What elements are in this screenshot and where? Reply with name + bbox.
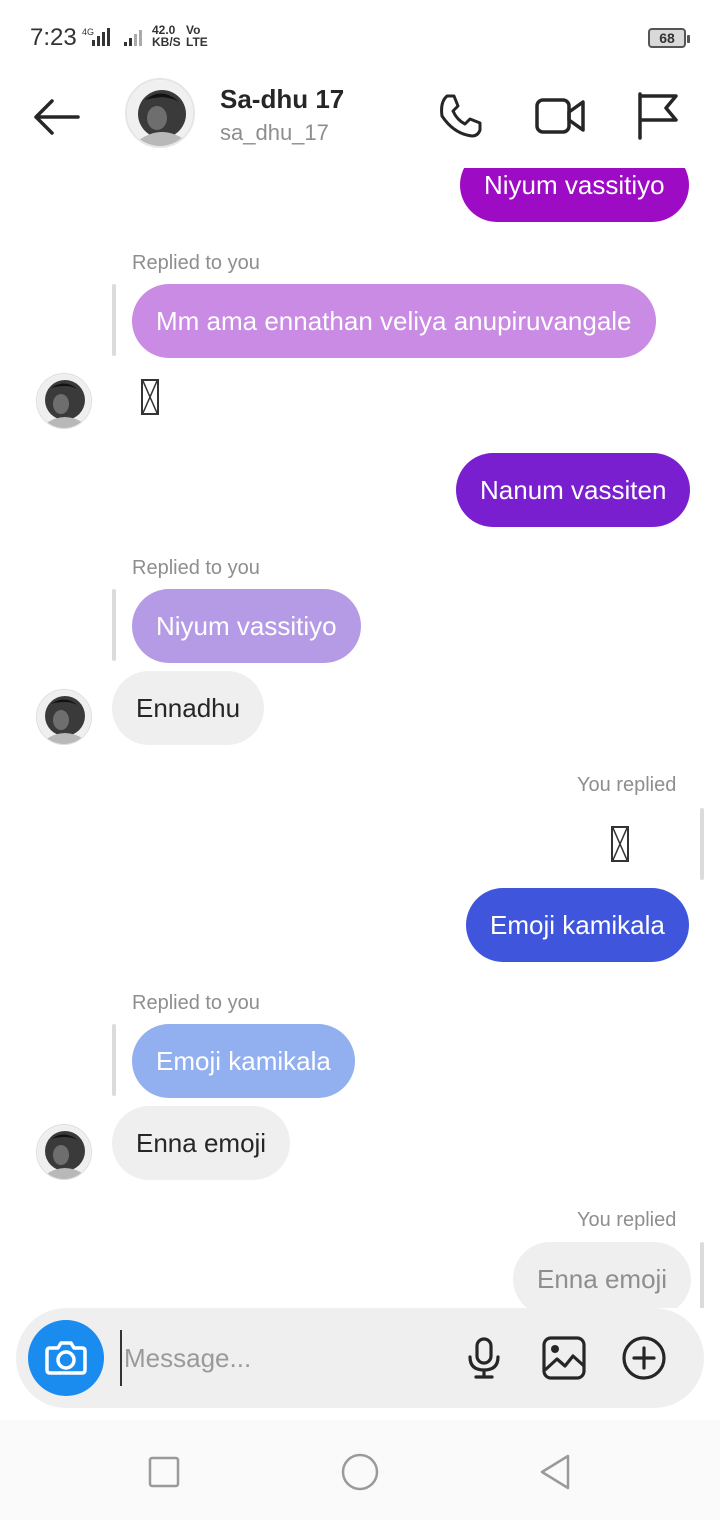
quoted-message[interactable]: Enna emoji [513,1242,692,1308]
plus-circle-icon[interactable] [620,1334,668,1382]
network-speed: 42.0 KB/S [152,23,181,49]
arrow-left-icon[interactable] [28,92,84,142]
status-time: 7:23 [30,24,77,51]
reply-line [112,284,116,356]
system-nav-bar [0,1420,720,1520]
recents-icon[interactable] [142,1450,186,1494]
reply-line [112,589,116,661]
reply-label: Replied to you [132,252,260,274]
message-bubble-received[interactable]: Ennadhu [112,671,265,745]
chat-header: Sa-dhu 17 sa_dhu_17 [0,72,720,168]
microphone-icon[interactable] [460,1334,508,1382]
message-bubble-sent[interactable]: Niyum vassitiyo [460,168,689,222]
avatar[interactable] [36,373,92,429]
message-input[interactable] [120,1330,450,1386]
battery-indicator: 68 [648,28,690,48]
avatar[interactable] [125,78,195,148]
reply-label: You replied [577,774,677,796]
reply-label: You replied [577,1209,677,1231]
status-bar: 7:23 4G 42.0 KB/S Vo LTE 68 [0,0,720,72]
message-bubble-received[interactable]: Enna emoji [112,1106,291,1180]
avatar[interactable] [36,689,92,745]
message-composer [16,1308,704,1408]
quoted-message[interactable]: Emoji kamikala [132,1024,355,1098]
phone-icon[interactable] [432,88,488,144]
reply-line [700,1242,704,1308]
video-camera-icon[interactable] [532,88,588,144]
reply-label: Replied to you [132,992,260,1014]
image-icon[interactable] [540,1334,588,1382]
message-thread[interactable]: Niyum vassitiyo Replied to you Mm ama en… [0,168,720,1308]
contact-username[interactable]: sa_dhu_17 [220,120,329,146]
reply-label: Replied to you [132,557,260,579]
reply-line [700,808,704,880]
avatar[interactable] [36,1124,92,1180]
quoted-message[interactable]: Niyum vassitiyo [132,589,361,663]
svg-text:4G: 4G [82,27,94,37]
unsupported-emoji-icon [141,379,159,415]
back-icon[interactable] [534,1450,578,1494]
unsupported-emoji-icon [611,826,629,862]
message-bubble-sent[interactable]: Nanum vassiten [456,453,691,527]
quoted-message[interactable]: Mm ama ennathan veliya anupiruvangale [132,284,656,358]
home-icon[interactable] [338,1450,382,1494]
camera-icon [45,1341,87,1375]
signal-icon: 4G [82,27,142,46]
flag-icon[interactable] [630,88,686,144]
camera-button[interactable] [28,1320,104,1396]
reply-line [112,1024,116,1096]
contact-name[interactable]: Sa-dhu 17 [220,84,344,115]
message-bubble-sent[interactable]: Emoji kamikala [466,888,689,962]
volte-indicator: Vo LTE [186,23,208,49]
